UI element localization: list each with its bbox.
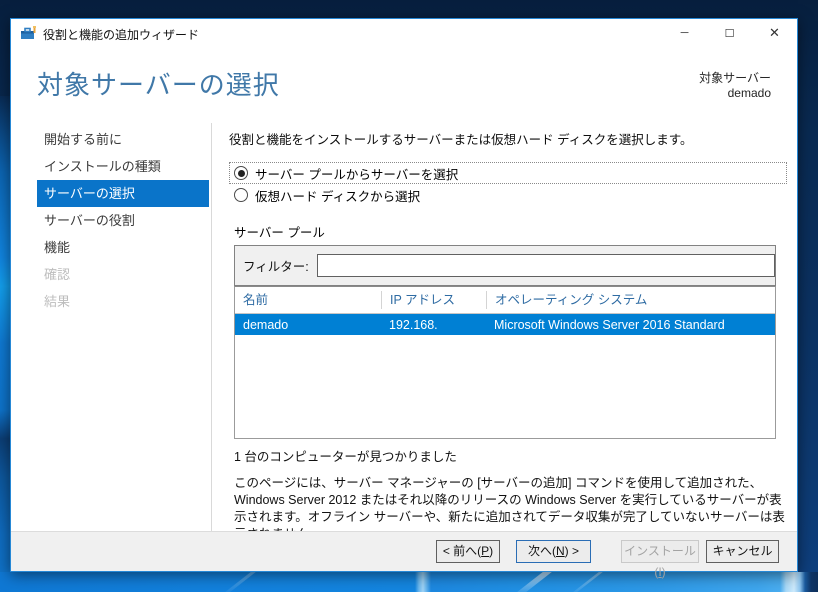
sidebar-separator (211, 123, 212, 547)
nav-item-confirmation: 確認 (44, 267, 71, 282)
nav-item-installation-type[interactable]: インストールの種類 (37, 153, 209, 180)
filter-input[interactable] (316, 254, 775, 277)
filter-panel: フィルター: (234, 245, 776, 286)
light-beam (225, 572, 256, 592)
page-content: 役割と機能をインストールするサーバーまたは仮想ハード ディスクを選択します。 サ… (229, 123, 787, 543)
install-button[interactable]: インストール(I) (621, 540, 699, 579)
nav-item-features[interactable]: 機能 (37, 234, 209, 261)
maximize-button[interactable]: ☐ (707, 19, 752, 47)
instruction-text: 役割と機能をインストールするサーバーまたは仮想ハード ディスクを選択します。 (229, 133, 693, 147)
filter-label: フィルター: (243, 260, 309, 274)
next-button[interactable]: 次へ(N) > (516, 540, 591, 563)
radio-selected-icon[interactable] (234, 166, 248, 180)
cell-server-name: demado (243, 317, 289, 332)
table-header-row: 名前 IP アドレス オペレーティング システム (235, 287, 775, 314)
radio-option-server-pool[interactable]: サーバー プールからサーバーを選択 (229, 162, 787, 184)
light-beam (573, 572, 603, 592)
server-pool-table: 名前 IP アドレス オペレーティング システム demado 192.168.… (234, 286, 776, 439)
server-pool-label: サーバー プール (234, 226, 325, 240)
light-beam (517, 572, 552, 592)
page-title: 対象サーバーの選択 (37, 70, 280, 100)
cell-ip-address: 192.168. (389, 317, 438, 332)
minimize-button[interactable]: ─ (662, 19, 707, 47)
nav-item-before-you-begin[interactable]: 開始する前に (37, 126, 209, 153)
target-server-info: 対象サーバー demado (699, 71, 771, 101)
nav-item-server-selection[interactable]: サーバーの選択 (37, 180, 209, 207)
wizard-steps-nav: 開始する前に インストールの種類 サーバーの選択 サーバーの役割 機能 確認 結… (37, 126, 209, 315)
window-title: 役割と機能の追加ウィザード (43, 28, 200, 42)
wizard-toolbox-icon (20, 25, 37, 41)
table-row[interactable]: demado 192.168. Microsoft Windows Server… (235, 314, 775, 335)
radio-option-virtual-hard-disk[interactable]: 仮想ハード ディスクから選択 (229, 184, 787, 206)
previous-button[interactable]: < 前へ(P) (436, 540, 500, 563)
desktop-wallpaper-bottom (0, 572, 818, 592)
target-server-label: 対象サーバー (699, 71, 771, 85)
nav-item-results: 結果 (44, 294, 71, 309)
nav-item-server-roles[interactable]: サーバーの役割 (37, 207, 209, 234)
radio-unselected-icon[interactable] (234, 188, 248, 202)
add-roles-features-wizard-window: 役割と機能の追加ウィザード ─ ☐ ✕ 対象サーバーの選択 対象サーバー dem… (10, 18, 798, 579)
close-button[interactable]: ✕ (752, 19, 797, 47)
target-server-value: demado (727, 86, 771, 100)
column-header-os[interactable]: オペレーティング システム (486, 291, 775, 309)
computers-found-text: 1 台のコンピューターが見つかりました (234, 450, 457, 464)
title-bar[interactable]: 役割と機能の追加ウィザード ─ ☐ ✕ (11, 19, 797, 47)
cancel-button[interactable]: キャンセル (706, 540, 779, 563)
cell-operating-system: Microsoft Windows Server 2016 Standard (494, 317, 725, 332)
column-header-name[interactable]: 名前 (235, 291, 381, 309)
column-header-ip[interactable]: IP アドレス (381, 291, 486, 309)
wizard-footer: < 前へ(P) 次へ(N) > インストール(I) キャンセル (11, 531, 797, 579)
